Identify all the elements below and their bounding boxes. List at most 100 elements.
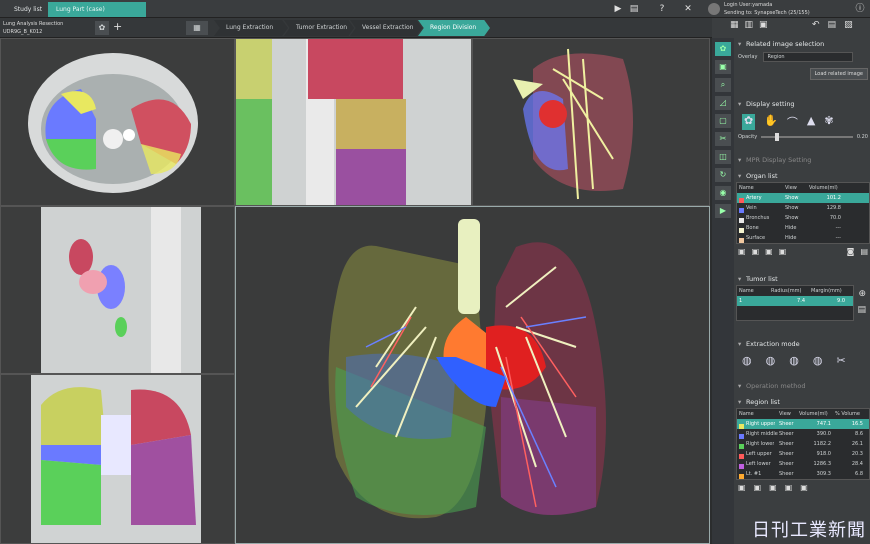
undo-icon[interactable]: ↶ [812,20,820,30]
scissors-tool-icon[interactable]: ✂ [715,132,731,146]
extract-mode1-icon[interactable]: ◍ [742,354,752,367]
opacity-slider[interactable] [761,133,853,141]
organ-view[interactable]: Hide [785,223,809,233]
lung-tool-icon[interactable]: ✿ [715,42,731,56]
region-view[interactable]: Sheer [779,449,799,459]
add-icon[interactable]: + [113,20,122,33]
region-row[interactable]: Right middle Sheer 390.0 8.6 [737,429,869,439]
play-icon[interactable]: ▶ [612,3,624,15]
document-icon[interactable]: ▤ [828,20,837,30]
layout-icon[interactable]: ▦ [186,21,208,35]
edit-organ-icon[interactable]: ▣ [765,247,773,256]
organ-view[interactable]: Show [785,203,809,213]
organ-view[interactable]: Show [785,193,809,203]
overlay-select[interactable]: Region [763,52,854,62]
region-tool5-icon[interactable]: ▣ [800,483,808,492]
arch-display-icon[interactable]: ⌒ [787,114,798,130]
lung-icon[interactable]: ✿ [95,21,109,35]
organ-row[interactable]: Bone Hide --- [737,223,869,233]
tumor-table-header: Name Radius(mm) Margin(mm) [737,286,853,296]
layout2-icon[interactable]: ▥ [745,20,754,30]
delete-organ-icon[interactable]: ▣ [779,247,787,256]
camera-tool-icon[interactable]: ▶ [715,204,731,218]
display-setting-header[interactable]: Display setting [736,98,870,110]
organ-row[interactable]: Bronchus Show 70.0 [737,213,869,223]
export-icon[interactable]: ▧ [844,20,853,30]
box-tool-icon[interactable]: ▢ [715,114,731,128]
region-list-header[interactable]: Region list [736,396,870,408]
organ-list-header[interactable]: Organ list [736,170,870,182]
extraction-mode-header[interactable]: Extraction mode [736,338,870,350]
operation-header[interactable]: Operation method [736,380,870,392]
grid-icon[interactable]: ▦ [730,20,739,30]
organ-row[interactable]: Surface Hide --- [737,233,869,243]
extract-mode3-icon[interactable]: ◍ [789,354,799,367]
step-lung-extraction[interactable]: Lung Extraction [214,20,288,36]
copy-organ-icon[interactable]: ▣ [752,247,760,256]
region-view[interactable]: Sheer [779,469,799,479]
add-organ-icon[interactable]: ▣ [738,247,746,256]
measure-tool-icon[interactable]: ◿ [715,96,731,110]
region-row[interactable]: Right upper Sheer 747.1 16.5 [737,419,869,429]
3d-small-view[interactable] [472,38,710,206]
related-image-header[interactable]: Related image selection [736,38,870,50]
region-row[interactable]: Lt. #1 Sheer 309.3 6.8 [737,469,869,479]
region-tool2-icon[interactable]: ▣ [754,483,762,492]
region-view[interactable]: Sheer [779,439,799,449]
tumor-list-header[interactable]: Tumor list [736,273,870,285]
case-label: Lung Analysis Resection UDR9G_B_K012 [3,20,63,36]
organ-view[interactable]: Hide [785,233,809,243]
image-tool-icon[interactable]: ▣ [715,60,731,74]
camera-organ-icon[interactable]: ◙ [847,247,855,256]
main-3d-view[interactable] [235,206,710,544]
organ-volume: --- [835,225,841,231]
rotate-tool-icon[interactable]: ↻ [715,168,731,182]
tools-icon[interactable]: ✕ [682,3,694,15]
extract-mode4-icon[interactable]: ◍ [813,354,823,367]
load-related-image-button[interactable]: Load related image [809,68,868,80]
region-row[interactable]: Left lower Sheer 1286.3 28.4 [737,459,869,469]
region-view[interactable]: Sheer [779,419,799,429]
step-region-division[interactable]: Region Division [418,20,490,36]
step-tumor-extraction[interactable]: Tumor Extraction [284,20,354,36]
zoom-tool-icon[interactable]: ⌕ [715,78,731,92]
region-tool3-icon[interactable]: ▣ [769,483,777,492]
organ-volume: 70.0 [829,215,841,221]
coronal-bottom-view[interactable] [0,374,235,544]
mpr-header[interactable]: MPR Display Setting [736,154,870,166]
monitor-icon[interactable]: ▤ [628,3,640,15]
organ-name: Vein [746,205,757,211]
organ-table: Name View Volume(ml) Artery Show 101.2 Vein… [736,182,870,244]
region-view[interactable]: Sheer [779,429,799,439]
region-row[interactable]: Right lower Sheer 1182.2 26.1 [737,439,869,449]
add-tumor-icon[interactable]: ⊕ [858,289,866,299]
info-icon[interactable]: ⓘ [854,3,866,15]
region-tool4-icon[interactable]: ▣ [785,483,793,492]
region-row[interactable]: Left upper Sheer 918.0 20.3 [737,449,869,459]
chat-tool-icon[interactable]: ◉ [715,186,731,200]
sagittal-view[interactable] [0,206,235,374]
organ-row[interactable]: Artery Show 101.2 [737,193,869,203]
help-icon[interactable]: ? [656,3,668,15]
vessel-display-icon[interactable]: ✋ [764,114,778,130]
extract-mode5-icon[interactable]: ✂ [836,354,845,367]
extract-mode2-icon[interactable]: ◍ [766,354,776,367]
tab-case[interactable]: Lung Part (case) [48,2,146,17]
step-vessel-extraction[interactable]: Vessel Extraction [350,20,422,36]
region-view[interactable]: Sheer [779,459,799,469]
save-icon[interactable]: ▣ [759,20,768,30]
tumor-row[interactable]: 1 7.4 9.0 [737,296,853,306]
coronal-view[interactable] [235,38,472,206]
region-tool1-icon[interactable]: ▣ [738,483,746,492]
tab-study-list[interactable]: Study list [6,2,51,17]
save-organ-icon[interactable]: ▤ [860,247,868,256]
lung-display-icon[interactable]: ✿ [742,114,756,130]
tumor-display-icon[interactable]: ▲ [807,114,815,130]
organ-view[interactable]: Show [785,213,809,223]
organ-row[interactable]: Vein Show 129.8 [737,203,869,213]
lobe-display-icon[interactable]: ✾ [824,114,833,130]
cube-tool-icon[interactable]: ◫ [715,150,731,164]
delete-tumor-icon[interactable]: ▤ [857,305,866,315]
axial-view[interactable] [0,38,235,206]
region-col-pct: % Volume [835,411,860,417]
